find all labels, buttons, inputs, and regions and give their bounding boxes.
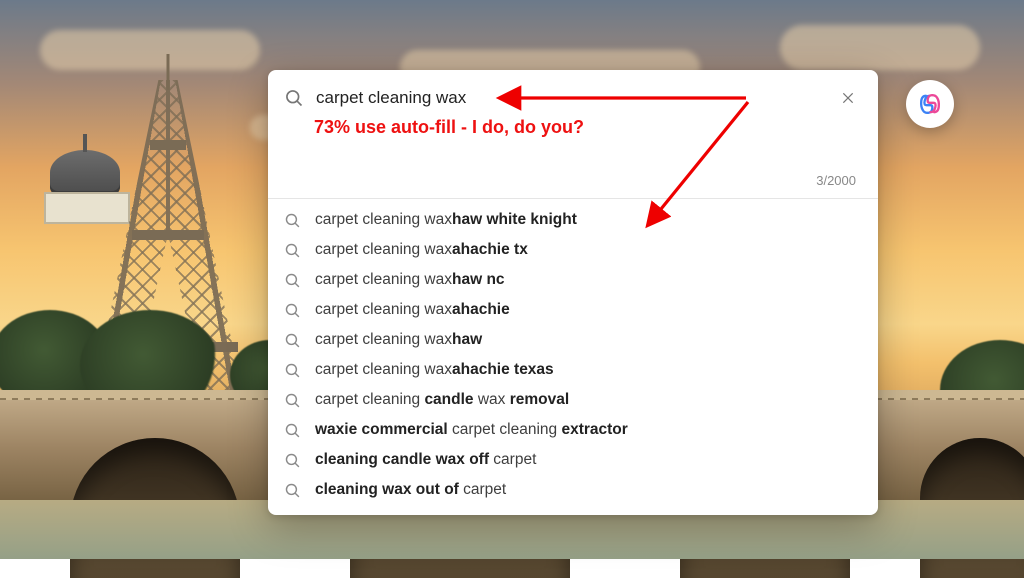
search-icon — [284, 362, 301, 379]
suggestion-text: carpet cleaning candle wax removal — [315, 391, 569, 409]
search-icon — [284, 242, 301, 259]
suggestion-item[interactable]: carpet cleaning waxhaw white knight — [268, 205, 878, 235]
suggestion-text: carpet cleaning waxhaw white knight — [315, 211, 577, 229]
suggestion-list: carpet cleaning waxhaw white knight carpe… — [268, 199, 878, 515]
clear-button[interactable] — [834, 84, 862, 112]
suggestion-text: carpet cleaning waxhaw nc — [315, 271, 505, 289]
annotation-text: 73% use auto-fill - I do, do you? — [314, 116, 798, 139]
suggestion-item[interactable]: carpet cleaning waxhaw nc — [268, 265, 878, 295]
char-counter: 3/2000 — [816, 173, 856, 188]
search-panel: 73% use auto-fill - I do, do you? 3/2000… — [268, 70, 878, 515]
search-icon — [284, 392, 301, 409]
suggestion-text: cleaning wax out of carpet — [315, 481, 506, 499]
search-input[interactable] — [314, 87, 824, 109]
search-icon — [284, 422, 301, 439]
suggestion-item[interactable]: cleaning candle wax off carpet — [268, 445, 878, 475]
copilot-icon — [916, 90, 944, 118]
suggestion-item[interactable]: carpet cleaning candle wax removal — [268, 385, 878, 415]
suggestion-text: carpet cleaning waxahachie tx — [315, 241, 528, 259]
copilot-button[interactable] — [906, 80, 954, 128]
search-icon — [284, 212, 301, 229]
suggestion-item[interactable]: cleaning wax out of carpet — [268, 475, 878, 505]
search-icon — [284, 452, 301, 469]
search-icon — [284, 272, 301, 289]
suggestion-item[interactable]: carpet cleaning waxahachie texas — [268, 355, 878, 385]
suggestion-text: waxie commercial carpet cleaning extract… — [315, 421, 628, 439]
suggestion-item[interactable]: carpet cleaning waxahachie — [268, 295, 878, 325]
search-icon — [284, 332, 301, 349]
search-icon — [284, 482, 301, 499]
suggestion-text: carpet cleaning waxahachie texas — [315, 361, 554, 379]
suggestion-item[interactable]: carpet cleaning waxahachie tx — [268, 235, 878, 265]
search-icon — [284, 302, 301, 319]
suggestion-item[interactable]: waxie commercial carpet cleaning extract… — [268, 415, 878, 445]
suggestion-text: carpet cleaning waxahachie — [315, 301, 510, 319]
close-icon — [841, 91, 855, 105]
suggestion-text: carpet cleaning waxhaw — [315, 331, 482, 349]
suggestion-text: cleaning candle wax off carpet — [315, 451, 536, 469]
search-icon — [284, 88, 304, 108]
search-bar — [284, 84, 862, 112]
suggestion-item[interactable]: carpet cleaning waxhaw — [268, 325, 878, 355]
